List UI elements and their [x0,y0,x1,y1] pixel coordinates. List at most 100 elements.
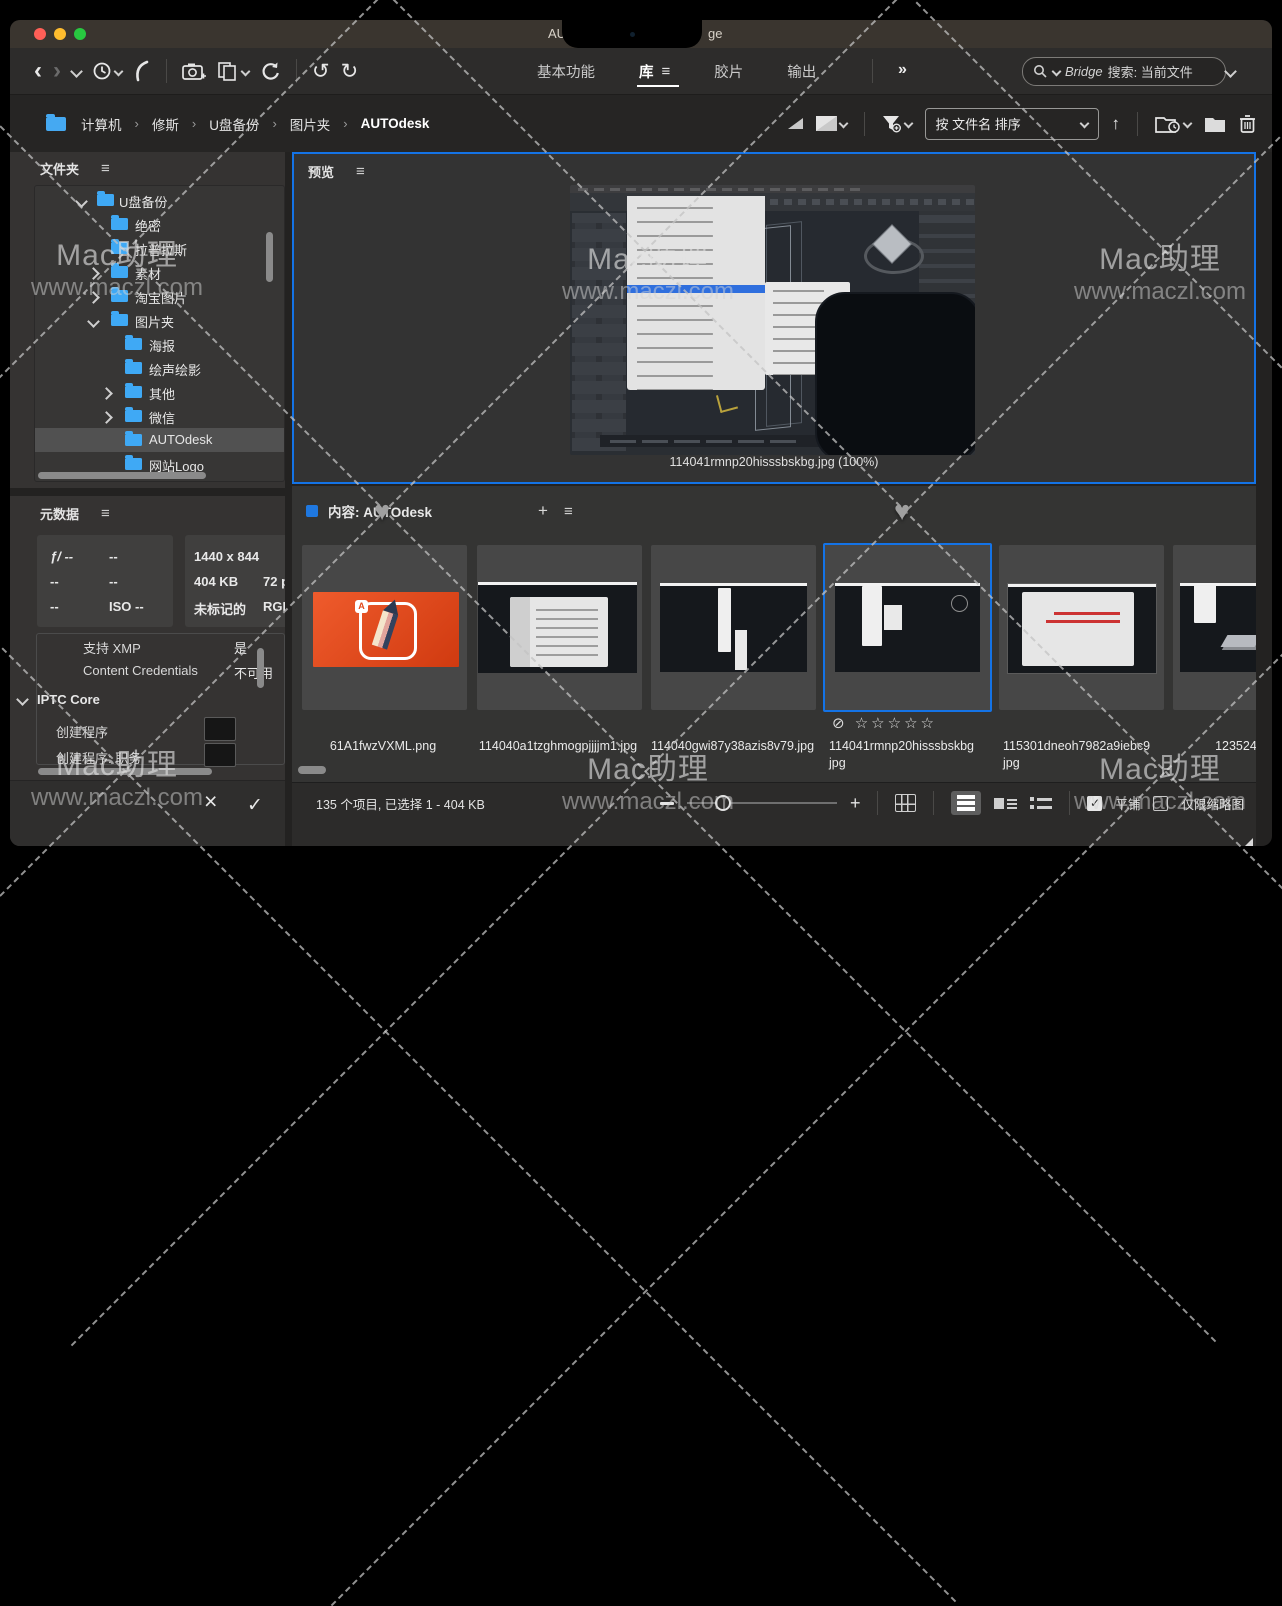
panel-menu-icon[interactable]: ≡ [101,505,110,522]
metadata-field-input[interactable] [204,717,236,741]
camera-plus-icon [182,62,206,81]
recent-files-button[interactable] [1155,114,1191,134]
forward-button[interactable]: › [53,59,61,83]
search-input[interactable]: Bridge 搜索: 当前文件 [1022,57,1226,86]
boomerang-button[interactable] [133,60,151,82]
search-scope-chevron-icon[interactable] [1052,67,1062,77]
tab-menu-icon[interactable]: ≡ [662,63,671,80]
zoom-in-button[interactable]: + [850,794,861,812]
folders-vertical-scrollbar[interactable] [266,232,273,282]
folder-row[interactable]: 淘宝图片 [35,284,284,308]
recent-history-button[interactable] [92,61,122,81]
folder-row[interactable]: 微信 [35,404,284,428]
folder-row[interactable]: 图片夹 [35,308,284,332]
thumbnail-filename[interactable]: 114040gwi87y38azis8v79.jpg [651,738,813,755]
metadata-apply-button[interactable]: ✓ [247,794,263,817]
thumbnail-card[interactable]: A [302,545,467,710]
lock-grid-button[interactable] [895,794,916,812]
new-folder-button[interactable] [1204,115,1226,133]
thumbnails-only-checkbox[interactable] [1153,796,1168,811]
tree-expander-icon[interactable] [100,387,113,400]
undo-button[interactable]: ↺ [312,61,330,82]
folder-row[interactable]: AUTOdesk [35,428,284,452]
folder-row[interactable]: 海报 [35,332,284,356]
panel-menu-icon[interactable]: ≡ [356,163,365,180]
redo-button[interactable]: ↻ [341,61,359,82]
thumbnail-card[interactable] [651,545,816,710]
tiled-checkbox[interactable]: ✓ [1087,796,1102,811]
sort-dropdown[interactable]: 按 文件名 排序 [925,108,1099,140]
sort-direction-button[interactable]: ↑ [1112,114,1121,134]
slider-knob[interactable] [715,795,731,811]
delete-button[interactable] [1239,114,1256,134]
content-horizontal-scrollbar[interactable] [298,766,326,774]
preview-quality-button[interactable] [816,116,847,131]
thumbnail-quality-icon[interactable] [788,118,803,129]
thumbnail-card[interactable] [1173,545,1256,710]
metadata-horizontal-scrollbar[interactable] [38,768,212,775]
panel-menu-icon[interactable]: ≡ [101,160,110,177]
refresh-button[interactable] [260,61,281,82]
folder-icon [111,266,128,278]
close-button[interactable] [34,28,46,40]
panel-menu-icon[interactable]: ≡ [564,503,573,520]
folder-row[interactable]: 绝密 [35,212,284,236]
add-content-button[interactable]: + [538,501,548,521]
folder-row[interactable]: 拉普拉斯 [35,236,284,260]
view-details-button[interactable] [994,796,1017,811]
breadcrumb-item[interactable]: 计算机 [81,114,122,134]
thumbnail-card[interactable] [999,545,1164,710]
view-list-button[interactable] [1030,796,1052,810]
thumbnail-size-slider[interactable] [687,802,837,804]
get-photos-button[interactable] [182,62,206,81]
breadcrumb-item[interactable]: 图片夹 [290,114,331,134]
thumbnail-filename[interactable]: 123524cij58m [1173,738,1256,755]
thumbnail-card[interactable] [477,545,642,710]
zoom-button[interactable] [74,28,86,40]
view-thumbnails-button[interactable] [951,791,981,815]
tab-1[interactable]: 基本功能 [537,48,595,94]
folder-row[interactable]: 素材 [35,260,284,284]
tab-4[interactable]: 输出 [787,48,816,94]
breadcrumb-item[interactable]: 修斯 [152,114,179,134]
folder-row[interactable]: 其他 [35,380,284,404]
thumbnail-filename[interactable]: 61A1fwzVXML.png [302,738,464,755]
tree-expander-icon[interactable] [100,411,113,424]
tab-3[interactable]: 胶片 [714,48,743,94]
tab-2[interactable]: 库≡ [639,48,670,94]
filter-button[interactable] [882,115,912,133]
metadata-vertical-scrollbar[interactable] [257,648,264,688]
batch-rename-button[interactable] [217,61,249,81]
thumbnail-card[interactable] [823,543,992,712]
resize-grip[interactable] [1245,838,1253,846]
metadata-cancel-button[interactable]: × [204,788,217,815]
preview-caption: 114041rmnp20hisssbskbg.jpg (100%) [294,455,1254,469]
thumbnail-filename[interactable]: 114041rmnp20hisssbskbg jpg [829,738,991,772]
preview-panel[interactable]: 预览 ≡ 114041rmnp20hisssbskbg.jpg (100%) [292,152,1256,484]
content-folder-icon [306,505,318,517]
breadcrumb-item[interactable]: AUTOdesk [361,116,430,131]
tree-expander-icon[interactable] [87,315,100,328]
thumbnail-filename[interactable]: 115301dneoh7982a9iebc9 jpg [1003,738,1165,772]
minimize-button[interactable] [54,28,66,40]
exif-value: ƒ/ -- [50,549,73,564]
workspace-overflow-button[interactable]: » [898,61,907,79]
breadcrumb-item[interactable]: U盘备份 [209,114,259,134]
metadata-field-input[interactable] [204,743,236,767]
history-dropdown-icon[interactable] [70,65,83,78]
folders-panel-title: 文件夹 [40,159,79,178]
folders-horizontal-scrollbar[interactable] [38,472,206,479]
thumbnail-image [1007,583,1157,674]
tree-expander-icon[interactable] [75,195,88,208]
thumbnail-filename[interactable]: 114040a1tzghmogpjjjjm1.jpg [477,738,639,755]
search-icon [1033,64,1048,79]
back-button[interactable]: ‹ [34,59,42,83]
metadata-section-iptc[interactable]: IPTC Core [18,692,100,707]
folder-row[interactable]: U盘备份 [35,188,284,212]
search-dropdown-icon[interactable] [1224,65,1237,78]
tree-expander-icon[interactable] [87,291,100,304]
tree-expander-icon[interactable] [87,267,100,280]
zoom-out-button[interactable] [660,802,674,805]
folder-row[interactable]: 绘声绘影 [35,356,284,380]
rating-row[interactable]: ⊘ ☆☆☆☆☆ [832,714,937,732]
